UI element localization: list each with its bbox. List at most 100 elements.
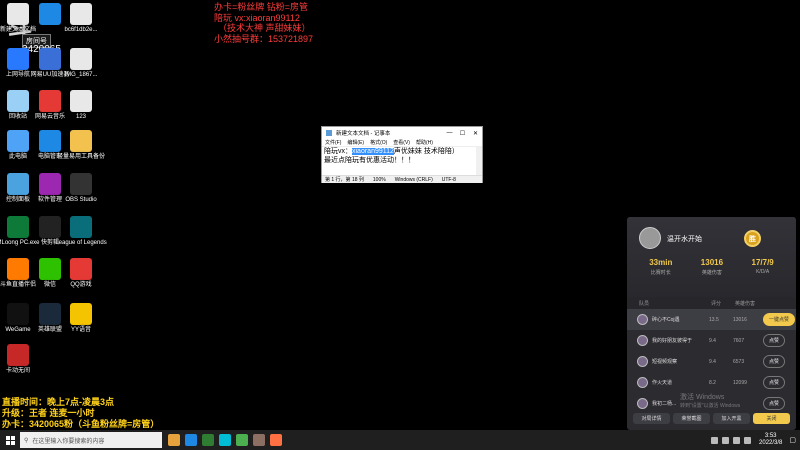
desktop-icon-label: 英雄联盟: [37, 327, 62, 333]
desktop-icon-label: QQ游戏: [70, 282, 92, 288]
desktop-icon[interactable]: IMG_1867...: [64, 48, 98, 79]
notepad-titlebar[interactable]: 新建文本文档 - 记事本 — ☐ ✕: [322, 127, 482, 139]
desktop-icon[interactable]: MLoong PC.exe: [0, 216, 40, 247]
avatar: [637, 356, 648, 367]
taskbar-app-icon[interactable]: [236, 434, 248, 446]
notepad-title: 新建文本文档 - 记事本: [336, 131, 391, 137]
this-pc-icon: [7, 130, 29, 152]
desktop-icon[interactable]: 新建文本文档: [0, 3, 36, 34]
like-button[interactable]: 点赞: [763, 355, 786, 368]
desktop-icon[interactable]: League of Legends: [55, 216, 107, 247]
menu-edit[interactable]: 编辑(E): [347, 139, 364, 146]
volume-icon[interactable]: [744, 436, 752, 444]
close-panel-button[interactable]: 关闭: [753, 413, 790, 424]
desktop-icon-label: League of Legends: [55, 240, 107, 246]
desktop-icon[interactable]: 卡动无间: [1, 344, 35, 375]
table-row: 碎心不Coj遇 13.5 13016 一键点赞: [627, 309, 796, 330]
like-button[interactable]: 点赞: [763, 334, 786, 347]
teammate-score: 8.2: [709, 379, 716, 386]
notepad-window[interactable]: 新建文本文档 - 记事本 — ☐ ✕ 文件(F) 编辑(E) 格式(O) 查看(…: [321, 126, 483, 183]
match-details-button[interactable]: 对局详情: [633, 413, 670, 424]
honor-screenshot-button[interactable]: 荣誉截图: [673, 413, 710, 424]
join-party-button[interactable]: 加入开黑: [713, 413, 750, 424]
teammate-damage: 12099: [733, 379, 747, 386]
uu-accelerator-icon: [39, 48, 61, 70]
minimize-button[interactable]: —: [443, 130, 456, 136]
taskbar-clock[interactable]: 3:53 2022/3/8: [759, 433, 782, 447]
desktop-icon[interactable]: [33, 3, 67, 27]
maximize-button[interactable]: ☐: [456, 130, 469, 137]
taskbar-app-icon[interactable]: [270, 434, 282, 446]
folder-icon: [70, 130, 92, 152]
avatar: [637, 314, 648, 325]
player-summary: 温开水开始 胜 33min 比赛时长 13016 英雄伤害 17/7/9 K/D…: [627, 217, 796, 297]
teammate-name: 作火天道: [652, 379, 673, 386]
desktop-icon[interactable]: 微信: [33, 258, 67, 289]
notepad-text-area[interactable]: 陪玩vx：xiaoran99112声优妹妹 技术陪陪） 最近点陪玩有优惠活动！！…: [322, 147, 482, 175]
game-exe-icon: [7, 216, 29, 238]
desktop-icon[interactable]: WeGame: [1, 303, 35, 334]
taskbar-app-icon[interactable]: [185, 434, 197, 446]
image-file-icon: [70, 48, 92, 70]
desktop-icon-label: YY语音: [70, 327, 91, 333]
desktop-icon[interactable]: 回收站: [1, 90, 35, 121]
desktop-icon-label: bc6f1db2e...: [64, 27, 98, 33]
taskbar-app-icon[interactable]: [168, 434, 180, 446]
overlay-line: 办卡=粉丝牌 钻粉=房管: [214, 2, 309, 12]
like-button[interactable]: 点赞: [763, 376, 786, 389]
stat-value: 33min: [649, 258, 673, 267]
like-button[interactable]: 点赞: [763, 397, 786, 410]
desktop-icon[interactable]: 123: [64, 90, 98, 121]
menu-file[interactable]: 文件(F): [325, 139, 341, 146]
taskbar-app-icon[interactable]: [202, 434, 214, 446]
menu-help[interactable]: 帮助(H): [416, 139, 433, 146]
clock-date: 2022/3/8: [759, 440, 783, 446]
notepad-statusbar: 第 1 行，第 18 列 100% Windows (CRLF) UTF-8: [322, 175, 482, 183]
taskbar-app-icon[interactable]: [253, 434, 265, 446]
clock-time: 3:53: [764, 433, 777, 439]
close-button[interactable]: ✕: [469, 130, 482, 137]
menu-view[interactable]: 查看(V): [393, 139, 410, 146]
desktop-icon[interactable]: 网易UU加速器: [31, 48, 69, 79]
table-row: 我的好朋友彼得于 9.4 7607 点赞: [627, 330, 796, 351]
network-icon[interactable]: [733, 436, 741, 444]
desktop-icon[interactable]: 此电脑: [1, 130, 35, 161]
desktop-icon[interactable]: 英雄联盟: [33, 303, 67, 334]
tray-icon[interactable]: [722, 436, 730, 444]
tray-icon[interactable]: [711, 436, 719, 444]
taskbar-app-icon[interactable]: [219, 434, 231, 446]
text-prefix: 陪玩vx：: [324, 148, 352, 155]
search-icon: ⚲: [24, 437, 29, 444]
desktop-icon[interactable]: 软件管理: [33, 173, 67, 204]
league-of-legends-icon: [70, 216, 92, 238]
team-table-header: 队员 评分 英雄伤害: [627, 297, 796, 309]
player-name: 温开水开始: [667, 236, 702, 243]
vertical-scrollbar[interactable]: [476, 147, 482, 175]
desktop-icon[interactable]: QQ游戏: [64, 258, 98, 289]
desktop-icon-label: WeGame: [5, 327, 31, 333]
wechat-icon: [39, 258, 61, 280]
text-line-2: 最近点陪玩有优惠活动！！！: [324, 156, 415, 164]
teammate-damage: 6573: [733, 358, 745, 365]
desktop-icon[interactable]: 轻量易用工具备份: [57, 130, 105, 161]
avatar: [637, 377, 648, 388]
avatar: [637, 335, 648, 346]
like-button[interactable]: 一键点赞: [763, 313, 796, 326]
status-position: 第 1 行，第 18 列: [325, 177, 364, 183]
desktop-icon[interactable]: 网易云音乐: [33, 90, 67, 121]
taskbar-search-input[interactable]: ⚲ 在这里输入你要搜索的内容: [20, 432, 162, 448]
yy-voice-icon: [70, 303, 92, 325]
status-zoom: 100%: [372, 176, 386, 183]
teammate-score: 9.4: [709, 358, 716, 365]
desktop-icon[interactable]: OBS Studio: [64, 173, 98, 204]
desktop-icon-label: 上网导航: [5, 72, 30, 78]
desktop-icon[interactable]: 控制面板: [1, 173, 35, 204]
desktop-icon[interactable]: YY语音: [64, 303, 98, 334]
notification-icon[interactable]: ▢: [789, 436, 796, 444]
desktop-icon[interactable]: bc6f1db2e...: [64, 3, 98, 34]
overlay-line: 升级：王者 连麦一小时: [2, 408, 95, 418]
menu-format[interactable]: 格式(O): [370, 139, 387, 146]
teammate-damage: 13016: [733, 316, 747, 323]
desktop-icon[interactable]: 斗鱼直播伴侣: [0, 258, 36, 289]
start-button[interactable]: [0, 430, 20, 450]
